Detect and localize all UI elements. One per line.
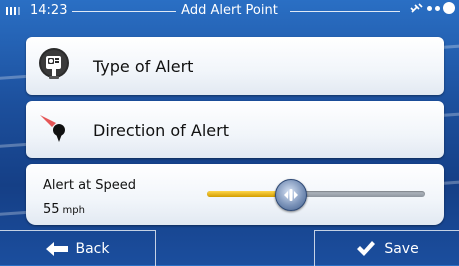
back-label: Back	[75, 240, 110, 257]
satellite-icon	[410, 3, 423, 13]
direction-of-alert-button[interactable]: Direction of Alert	[26, 101, 444, 158]
alert-speed-panel: Alert at Speed 55 mph	[26, 164, 444, 225]
direction-of-alert-label: Direction of Alert	[93, 121, 229, 140]
type-of-alert-label: Type of Alert	[93, 57, 194, 76]
bottom-bar: Back Save	[0, 230, 459, 266]
back-arrow-icon	[45, 241, 68, 256]
back-button[interactable]: Back	[0, 230, 156, 266]
slider-arrows-icon	[283, 189, 298, 201]
status-icons	[410, 2, 455, 14]
menu-dot-icon	[443, 2, 455, 14]
menu-dot-icon	[427, 5, 432, 11]
menu-dot-icon	[435, 5, 440, 11]
speed-unit: mph	[62, 205, 85, 216]
speed-slider[interactable]	[207, 179, 425, 211]
alert-speed-label: Alert at Speed	[43, 178, 137, 193]
alert-speed-value: 55 mph	[43, 202, 85, 217]
status-bar: 14:23 Add Alert Point	[0, 0, 459, 22]
checkmark-icon	[357, 240, 376, 256]
speed-number: 55	[43, 202, 60, 217]
save-button[interactable]: Save	[314, 230, 459, 266]
page-title-text: Add Alert Point	[181, 3, 278, 18]
type-of-alert-button[interactable]: Type of Alert	[26, 37, 444, 95]
speed-camera-icon	[39, 48, 69, 79]
save-label: Save	[384, 240, 419, 257]
status-divider	[290, 11, 400, 12]
slider-knob[interactable]	[274, 179, 307, 211]
direction-pin-icon	[40, 115, 65, 142]
